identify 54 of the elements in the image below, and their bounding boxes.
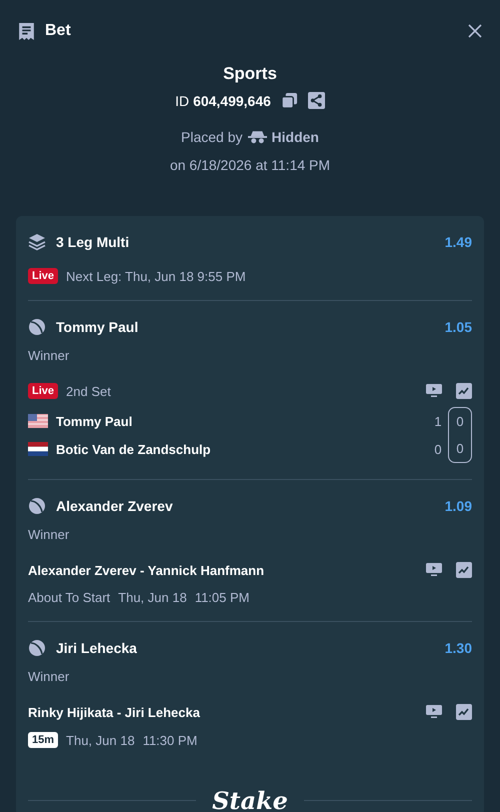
bet-id: 604,499,646 (193, 92, 271, 108)
flag-icon (28, 442, 48, 456)
close-icon[interactable] (468, 24, 482, 38)
match-status: About To Start (28, 590, 110, 605)
market-name: Winner (28, 669, 70, 684)
match-name: Alexander Zverev - Yannick Hanfmann (28, 562, 264, 578)
selection-name: Jiri Lehecka (56, 640, 137, 656)
incognito-icon (248, 130, 267, 144)
multi-title: 3 Leg Multi (56, 234, 130, 250)
tv-icon[interactable] (426, 383, 442, 399)
match-name: Rinky Hijikata - Jiri Lehecka (28, 704, 200, 720)
selection-name: Alexander Zverev (56, 498, 173, 514)
market-name: Winner (28, 527, 70, 542)
tennis-ball-icon (28, 639, 46, 657)
stats-icon[interactable] (456, 704, 472, 720)
logo: Stake (212, 786, 288, 812)
match-status: 2nd Set (66, 384, 111, 398)
odds: 1.05 (444, 319, 472, 335)
match-date: Thu, Jun 18 (66, 732, 135, 748)
odds: 1.49 (444, 234, 472, 250)
set-score: 0 (433, 442, 443, 456)
game-score: 0 (455, 414, 465, 429)
panel-title: Bet (45, 22, 71, 40)
countdown-badge: 15m (28, 732, 58, 748)
stats-icon[interactable] (456, 562, 472, 578)
tv-icon[interactable] (426, 562, 442, 578)
next-leg-time: Next Leg: Thu, Jun 18 9:55 PM (66, 268, 246, 284)
match-time: 11:05 PM (194, 590, 250, 605)
market-name: Winner (28, 348, 70, 363)
flag-icon (28, 414, 48, 428)
set-score: 1 (433, 414, 443, 428)
share-icon[interactable] (308, 92, 325, 109)
status-badge: Live (28, 383, 58, 399)
placed-by-label: Placed by (181, 129, 243, 145)
receipt-icon (17, 22, 36, 40)
layers-icon (28, 233, 46, 251)
player-name: Botic Van de Zandschulp (56, 442, 211, 456)
status-badge: Live (28, 268, 58, 284)
bet-id-label: ID (175, 92, 190, 108)
copy-icon[interactable] (280, 92, 298, 109)
user-name: Hidden (272, 129, 319, 145)
stats-icon[interactable] (456, 383, 472, 399)
bet-type: Sports (223, 64, 277, 84)
odds: 1.30 (444, 640, 472, 656)
match-time: 11:30 PM (142, 732, 198, 748)
player-name: Tommy Paul (56, 414, 132, 428)
selection-name: Tommy Paul (56, 319, 138, 335)
tv-icon[interactable] (426, 704, 442, 720)
odds: 1.09 (444, 498, 472, 514)
placed-date: on 6/18/2026 at 11:14 PM (170, 157, 330, 173)
match-date: Thu, Jun 18 (118, 590, 187, 605)
tennis-ball-icon (28, 497, 46, 515)
tennis-ball-icon (28, 318, 46, 336)
game-score: 0 (455, 441, 465, 456)
